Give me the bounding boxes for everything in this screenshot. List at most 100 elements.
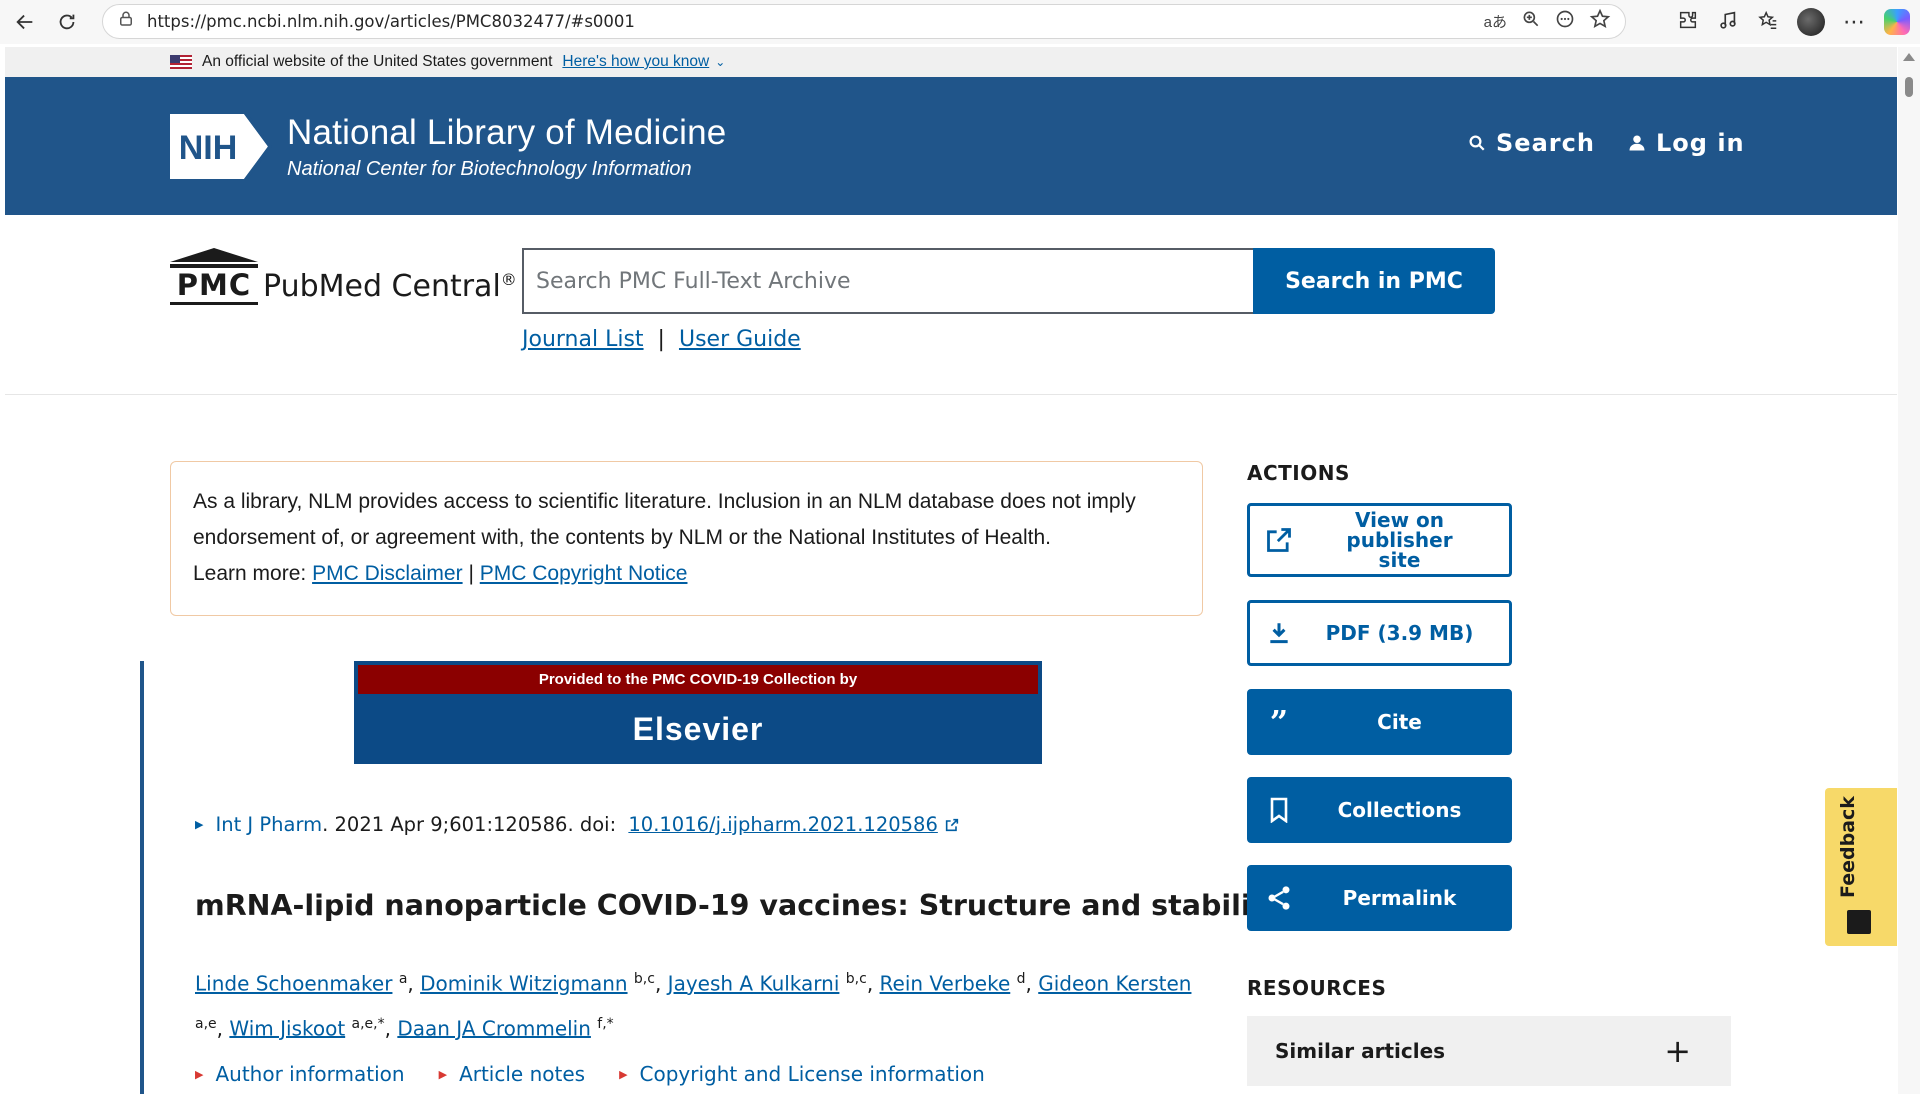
nlm-header: NIH National Library of Medicine Nationa… [5,77,1897,215]
expand-triangle-icon: ▶ [438,1067,448,1081]
scrollbar-thumb[interactable] [1905,77,1913,97]
pmc-logo[interactable]: PMC [170,248,258,305]
url-text: https://pmc.ncbi.nlm.nih.gov/articles/PM… [147,12,635,31]
author-affiliation: a,e,* [351,1015,385,1032]
open-external-icon [1264,525,1294,555]
cite-button[interactable]: ” Cite [1247,689,1512,755]
author-link[interactable]: Daan JA Crommelin [397,1016,591,1040]
author-affiliation: a,e [195,1015,217,1032]
back-icon[interactable] [8,5,42,39]
bookmark-icon [1264,795,1294,825]
expand-triangle-icon: ▶ [195,1067,204,1081]
search-placeholder: Search PMC Full-Text Archive [536,268,851,294]
nih-logo[interactable]: NIH [170,114,272,179]
copyright-license-toggle[interactable]: ▶ Copyright and License information [619,1062,985,1086]
favorite-star-icon[interactable] [1589,8,1611,35]
author-link[interactable]: Dominik Witzigmann [420,972,627,996]
article-notes-toggle[interactable]: ▶ Article notes [439,1062,585,1086]
nlm-disclaimer: As a library, NLM provides access to sci… [170,461,1203,616]
gov-banner: An official website of the United States… [5,47,1897,77]
pmc-copyright-link[interactable]: PMC Copyright Notice [480,562,688,585]
share-icon [1264,883,1294,913]
download-icon [1264,618,1294,648]
feedback-icon [1847,910,1871,934]
nlm-subtitle: National Center for Biotechnology Inform… [287,158,692,180]
view-on-publisher-button[interactable]: View on publisher site [1247,503,1512,577]
journal-list-link[interactable]: Journal List [522,327,644,352]
author-link[interactable]: Linde Schoenmaker [195,972,392,996]
article-left-rule [140,661,144,1094]
page-scrollbar[interactable] [1898,47,1920,1094]
us-flag-icon [170,55,192,69]
copilot-icon[interactable] [1884,9,1910,35]
external-link-icon [945,818,958,831]
site-info-icon[interactable] [117,10,135,33]
browser-toolbar: https://pmc.ncbi.nlm.nih.gov/articles/PM… [0,0,1920,44]
zoom-icon[interactable] [1521,9,1541,34]
login-button[interactable]: Log in [1628,129,1745,157]
author-affiliation: d [1016,971,1026,987]
learn-more-label: Learn more: [193,562,307,585]
collections-label: Collections [1337,798,1462,822]
media-icon[interactable] [1717,9,1739,36]
quote-icon: ” [1269,703,1289,741]
author-affiliation: a [398,971,408,987]
pdf-label: PDF (3.9 MB) [1325,621,1474,645]
settings-more-icon[interactable]: ⋯ [1843,9,1866,35]
pmc-search-input[interactable]: Search PMC Full-Text Archive [522,248,1254,314]
heres-how-you-know-link[interactable]: Here's how you know [562,53,709,71]
article-info-links: ▶ Author information ▶ Article notes ▶ Copy… [195,1062,985,1086]
journal-link[interactable]: Int J Pharm [215,813,322,836]
more-tools-icon[interactable] [1555,9,1575,34]
search-in-pmc-button[interactable]: Search in PMC [1253,248,1495,314]
resources-heading: RESOURCES [1247,976,1387,1000]
page-viewport: An official website of the United States… [5,47,1897,1094]
read-aloud-icon[interactable]: aあ [1484,11,1507,32]
favorites-icon[interactable] [1757,9,1779,36]
plus-icon[interactable]: + [1664,1032,1691,1070]
nlm-title[interactable]: National Library of Medicine [287,113,726,153]
author-link[interactable]: Gideon Kersten [1038,972,1191,996]
pmc-search-area: PMC PubMed Central® Search PMC Full-Text… [5,215,1897,395]
pmc-disclaimer-link[interactable]: PMC Disclaimer [312,562,463,585]
chevron-down-icon[interactable]: ⌄ [715,55,725,69]
pdf-download-button[interactable]: PDF (3.9 MB) [1247,600,1512,666]
feedback-tab[interactable]: Feedback [1825,788,1897,946]
refresh-icon[interactable] [50,5,84,39]
publisher-name: Elsevier [632,711,764,747]
doi-link[interactable]: 10.1016/j.ijpharm.2021.120586 [628,813,937,836]
author-list: Linde Schoenmaker a, Dominik Witzigmann … [195,971,1192,1041]
article-citation: ▶ Int J Pharm . 2021 Apr 9;601:120586. d… [195,813,960,836]
nih-logo-text: NIH [179,129,238,167]
permalink-button[interactable]: Permalink [1247,865,1512,931]
disclaimer-text: As a library, NLM provides access to sci… [193,490,1136,549]
collections-button[interactable]: Collections [1247,777,1512,843]
author-information-toggle[interactable]: ▶ Author information [195,1062,405,1086]
profile-avatar[interactable] [1797,8,1825,36]
login-label: Log in [1656,129,1745,157]
citation-details: . 2021 Apr 9;601:120586. doi: [322,813,623,836]
address-bar[interactable]: https://pmc.ncbi.nlm.nih.gov/articles/PM… [102,4,1626,39]
header-search-button[interactable]: Search [1468,129,1595,157]
extensions-icon[interactable] [1677,9,1699,36]
article-title: mRNA-lipid nanoparticle COVID-19 vaccine… [195,889,1283,922]
disclaimer-separator: | [468,562,474,585]
expand-triangle-icon: ▶ [619,1067,628,1081]
user-guide-link[interactable]: User Guide [679,327,801,352]
author-link[interactable]: Rein Verbeke [880,972,1011,996]
permalink-label: Permalink [1342,886,1457,910]
author-link[interactable]: Wim Jiskoot [229,1016,345,1040]
similar-articles-accordion[interactable]: Similar articles + [1247,1016,1731,1086]
gov-banner-text: An official website of the United States… [202,53,553,70]
scroll-up-icon[interactable] [1903,53,1915,61]
author-link[interactable]: Jayesh A Kulkarni [668,972,840,996]
pmc-logo-letters: PMC [176,268,252,302]
link-separator: | [657,327,665,352]
covid-collection-banner[interactable]: Provided to the PMC COVID-19 Collection … [354,661,1042,764]
user-icon [1629,135,1645,151]
expand-triangle-icon[interactable]: ▶ [195,818,203,831]
pubmed-central-name[interactable]: PubMed Central® [263,269,517,304]
actions-heading: ACTIONS [1247,461,1350,485]
feedback-label: Feedback [1837,796,1859,898]
author-affiliation: b,c [845,971,867,987]
